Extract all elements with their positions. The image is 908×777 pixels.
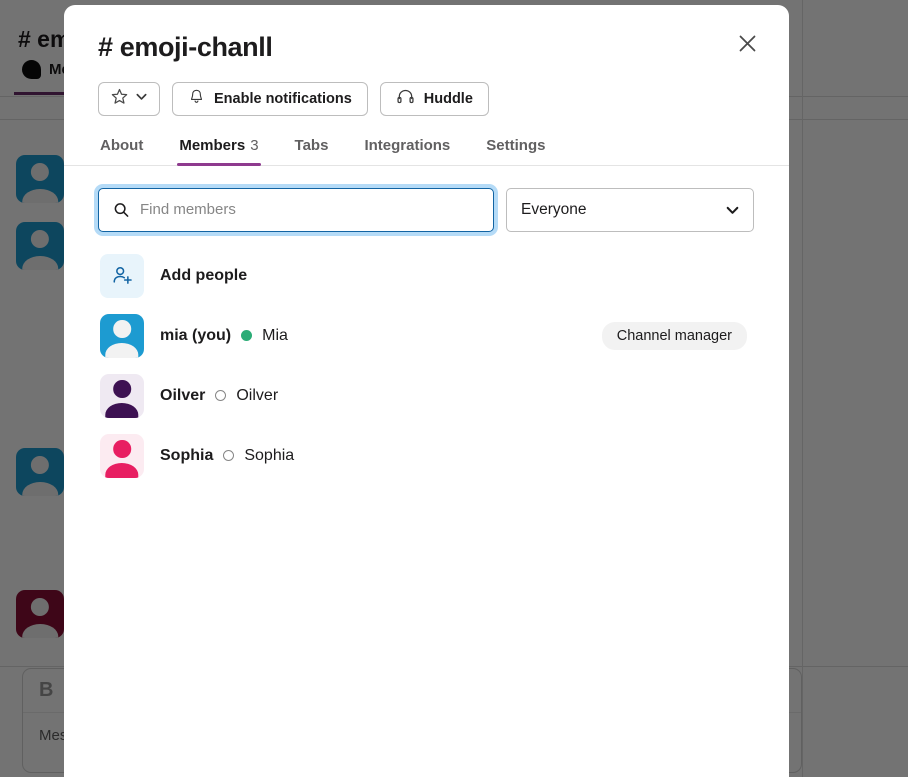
channel-action-buttons: Enable notifications Huddle — [98, 81, 755, 116]
member-meta: mia (you) Mia — [160, 327, 288, 345]
search-field-wrapper[interactable] — [98, 187, 494, 232]
headphones-icon — [396, 87, 415, 110]
avatar — [100, 373, 144, 418]
member-row[interactable]: mia (you) Mia Channel manager — [98, 306, 755, 366]
member-row[interactable]: Sophia Sophia — [98, 426, 755, 486]
presence-active-icon — [241, 330, 253, 342]
member-meta: Oilver Oilver — [160, 387, 278, 405]
member-list: Add people mia (you) Mia Channel manager — [98, 246, 755, 486]
enable-notifications-label: Enable notifications — [214, 90, 352, 107]
page-title: # emoji-chanll — [98, 32, 273, 62]
add-people-row[interactable]: Add people — [98, 246, 755, 306]
add-people-label: Add people — [160, 266, 248, 284]
tab-tabs-label: Tabs — [294, 136, 329, 154]
member-name: Sophia — [160, 446, 214, 464]
search-icon — [113, 201, 130, 218]
huddle-label: Huddle — [423, 90, 473, 107]
modal-tabs: About Members 3 Tabs Integrations Setting… — [98, 136, 755, 166]
search-input[interactable] — [99, 188, 493, 231]
tab-members-label: Members — [179, 136, 246, 154]
member-row[interactable]: Oilver Oilver — [98, 366, 755, 426]
tab-integrations[interactable]: Integrations — [362, 137, 452, 165]
enable-notifications-button[interactable]: Enable notifications — [172, 81, 368, 116]
member-filter-row: Everyone — [98, 187, 755, 232]
avatar — [100, 313, 144, 358]
member-filter-wrapper[interactable]: Everyone — [506, 187, 754, 232]
member-filter-select[interactable]: Everyone — [506, 187, 754, 232]
tab-settings-label: Settings — [486, 136, 546, 154]
tab-members[interactable]: Members 3 — [177, 136, 261, 166]
member-display-name: Oilver — [236, 386, 279, 404]
modal-header: # emoji-chanll Enable notifications Hudd… — [64, 5, 789, 166]
avatar — [100, 433, 144, 478]
member-display-name: Mia — [262, 326, 288, 344]
member-meta: Sophia Sophia — [160, 447, 294, 465]
tab-tabs[interactable]: Tabs — [293, 137, 331, 165]
star-icon — [110, 87, 129, 110]
member-name: Oilver — [160, 386, 206, 404]
add-person-icon — [100, 253, 144, 298]
close-icon — [738, 34, 757, 56]
member-name: mia (you) — [160, 326, 232, 344]
status-badge: Channel manager — [601, 321, 747, 350]
presence-away-icon — [223, 450, 235, 462]
channel-details-modal: # emoji-chanll Enable notifications Hudd… — [64, 5, 789, 777]
tab-members-count: 3 — [250, 136, 259, 154]
member-display-name: Sophia — [244, 446, 295, 464]
bell-icon — [188, 88, 205, 109]
tab-about-label: About — [100, 136, 144, 154]
chevron-down-icon — [135, 90, 148, 107]
presence-away-icon — [215, 390, 227, 402]
tab-settings[interactable]: Settings — [484, 137, 547, 165]
huddle-button[interactable]: Huddle — [379, 81, 489, 116]
tab-about[interactable]: About — [98, 137, 145, 165]
close-button[interactable] — [729, 27, 765, 63]
tab-integrations-label: Integrations — [364, 136, 451, 154]
modal-body: Everyone Add people — [64, 166, 789, 777]
favorite-channel-button[interactable] — [98, 81, 160, 116]
